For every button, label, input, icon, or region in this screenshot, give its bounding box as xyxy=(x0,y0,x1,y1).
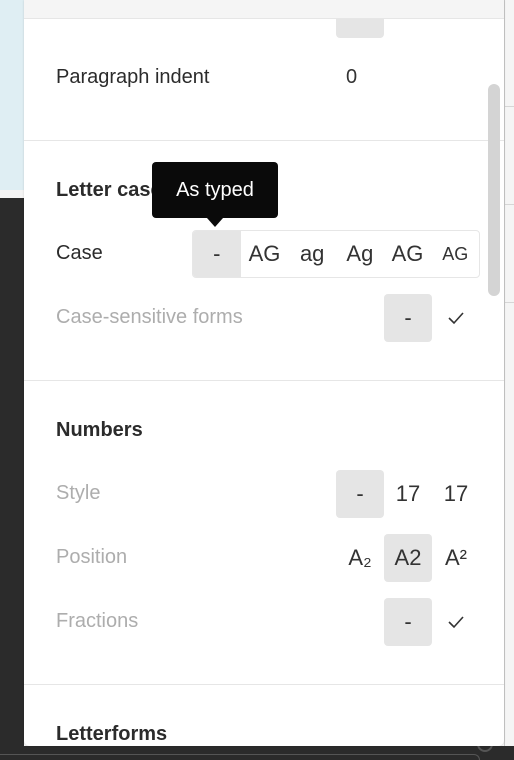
case-small-caps-option[interactable]: AG xyxy=(384,231,432,277)
number-position-superscript-button[interactable]: A² xyxy=(432,534,480,582)
number-style-default-button[interactable]: - xyxy=(336,470,384,518)
panel-scrollbar[interactable] xyxy=(488,84,500,296)
background-dark-area xyxy=(0,198,24,760)
fractions-on-button[interactable] xyxy=(432,598,480,646)
case-as-typed-option[interactable]: - xyxy=(193,231,241,277)
number-style-lining-button[interactable]: 17 xyxy=(384,470,432,518)
case-label: Case xyxy=(56,242,103,264)
background-outline xyxy=(0,754,480,760)
fractions-off-button[interactable]: - xyxy=(384,598,432,646)
fractions-label: Fractions xyxy=(56,610,139,632)
background-right-panel xyxy=(504,0,514,746)
number-position-normal-button[interactable]: A2 xyxy=(384,534,432,582)
number-position-label: Position xyxy=(56,546,128,568)
background-canvas xyxy=(0,0,24,190)
case-sensitive-forms-on-button[interactable] xyxy=(432,294,480,342)
panel-header xyxy=(24,0,504,19)
number-style-oldstyle-button[interactable]: 17 xyxy=(432,470,480,518)
case-lowercase-option[interactable]: ag xyxy=(288,231,336,277)
case-sensitive-forms-label: Case-sensitive forms xyxy=(56,306,243,328)
numbers-title: Numbers xyxy=(56,419,143,441)
case-title-option[interactable]: Ag xyxy=(336,231,384,277)
type-details-panel: List style Paragraph indent 0 Letter cas… xyxy=(24,0,504,746)
section-divider xyxy=(24,380,504,381)
letterforms-title: Letterforms xyxy=(56,723,168,745)
paragraph-indent-label: Paragraph indent xyxy=(56,66,210,88)
as-typed-tooltip: As typed xyxy=(152,162,278,227)
number-position-subscript-button[interactable]: A₂ xyxy=(336,534,384,582)
case-all-small-caps-option[interactable]: AG xyxy=(431,231,479,277)
letter-case-title: Letter case xyxy=(56,179,162,201)
case-sensitive-forms-off-button[interactable]: - xyxy=(384,294,432,342)
number-style-label: Style xyxy=(56,482,101,504)
section-divider xyxy=(24,140,504,141)
checkmark-icon xyxy=(448,312,464,325)
case-uppercase-option[interactable]: AG xyxy=(241,231,289,277)
case-segmented-control: - AG ag Ag AG AG xyxy=(192,230,480,278)
section-divider xyxy=(24,684,504,685)
paragraph-indent-input[interactable]: 0 xyxy=(346,66,357,89)
background-strip xyxy=(0,190,24,198)
checkmark-icon xyxy=(448,616,464,629)
